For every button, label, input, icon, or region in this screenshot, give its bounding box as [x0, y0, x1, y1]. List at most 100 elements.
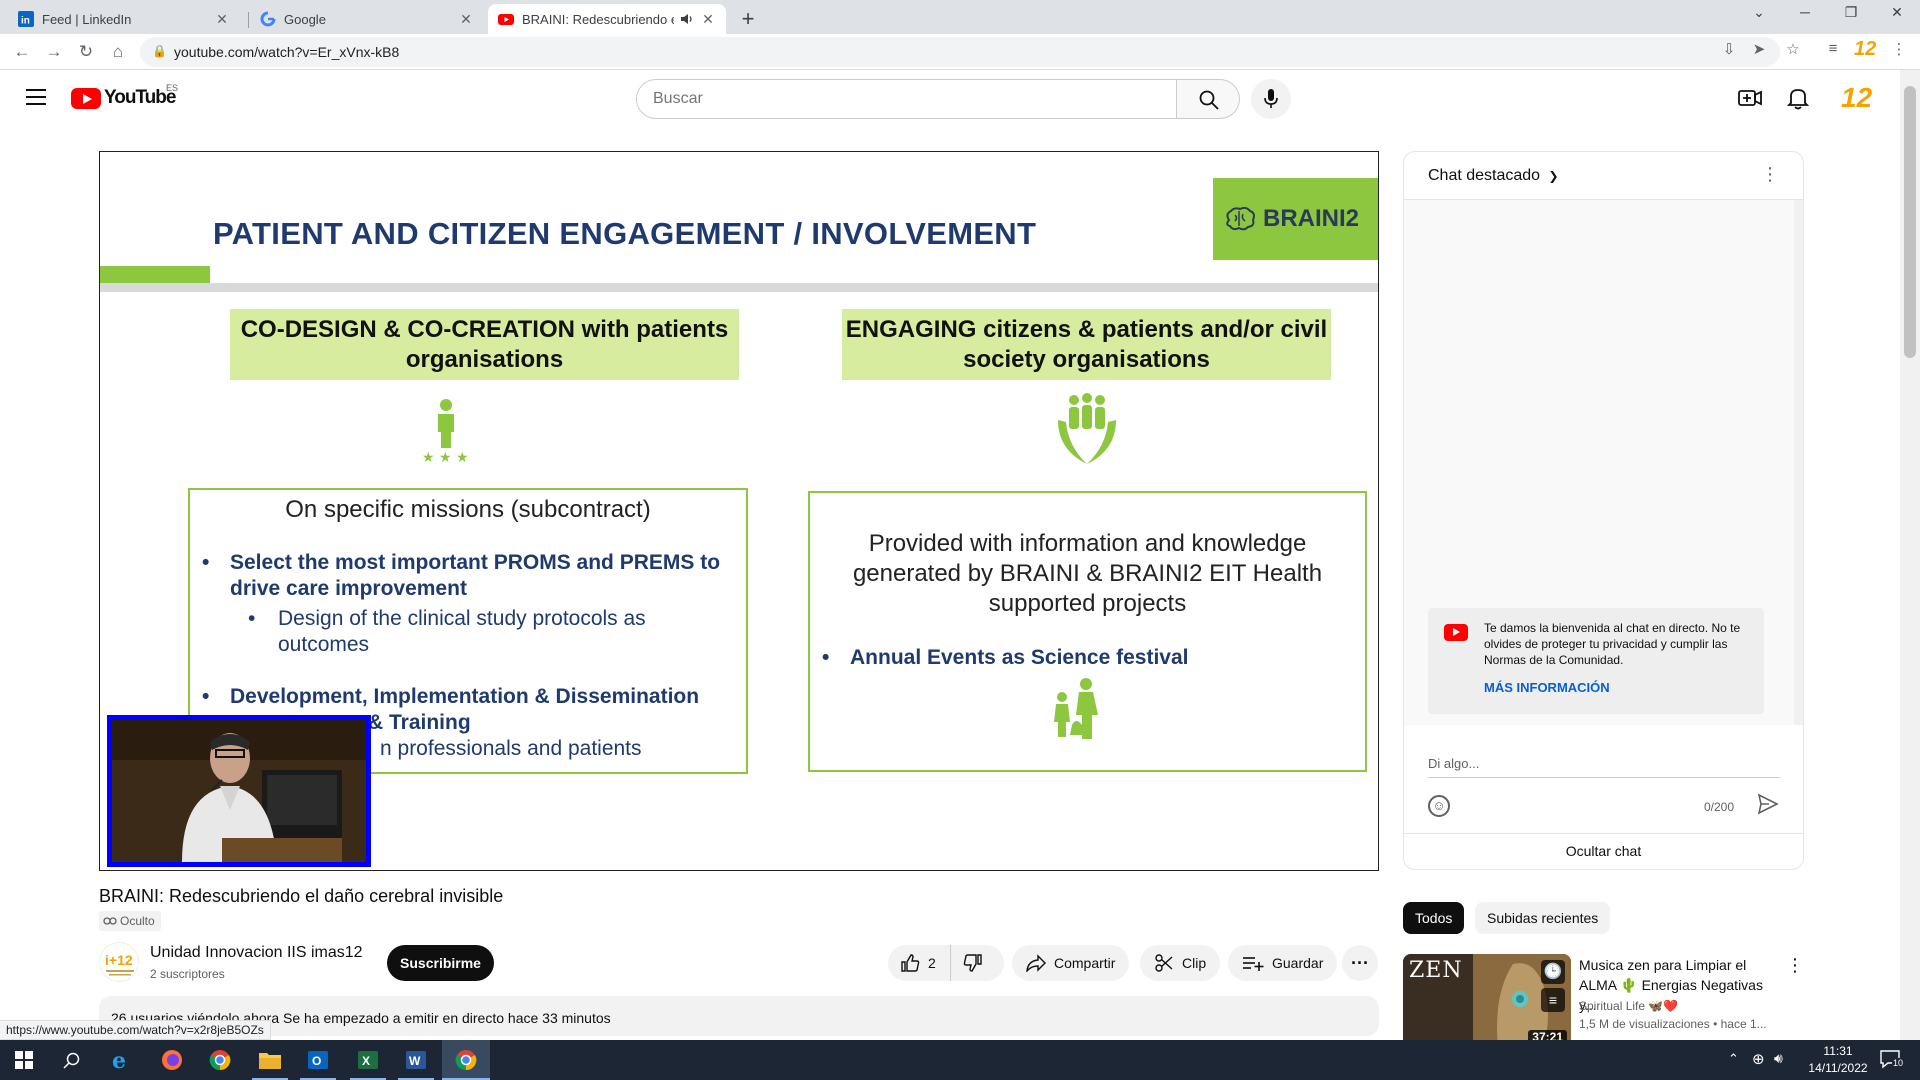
chrome-icon[interactable] [196, 1040, 244, 1080]
close-window-button[interactable]: ✕ [1882, 4, 1912, 21]
windows-taskbar: e O X W ⌃ ⊕ 🔊︎ 11:31 14/11/2022 10 [0, 1040, 1920, 1080]
link-status-bar: https://www.youtube.com/watch?v=x2r8jeB5… [0, 1020, 271, 1040]
speaker-camera-image [112, 720, 366, 862]
address-bar[interactable]: 🔒 youtube.com/watch?v=Er_xVnx-kB8 [140, 37, 1780, 67]
send-icon[interactable] [1756, 792, 1780, 816]
close-tab-icon[interactable]: ✕ [458, 11, 474, 28]
clock[interactable]: 11:31 14/11/2022 [1808, 1044, 1868, 1075]
tab-google[interactable]: Google ✕ [250, 4, 484, 34]
chrome-active-icon[interactable] [442, 1040, 490, 1080]
chat-scrollbar[interactable] [1794, 200, 1803, 725]
chrome-menu-icon[interactable]: ⋮ [1888, 40, 1910, 58]
forward-icon[interactable]: → [42, 40, 66, 64]
file-explorer-icon[interactable] [246, 1040, 294, 1080]
chip-recent-uploads[interactable]: Subidas recientes [1475, 902, 1611, 934]
tab-youtube-active[interactable]: BRAINI: Redescubriendo el daño cerebral … [488, 4, 726, 34]
chip-all[interactable]: Todos [1403, 902, 1465, 934]
network-globe-icon[interactable]: ⊕ [1752, 1050, 1765, 1068]
scissors-icon [1155, 954, 1173, 972]
recommendation-meta: 1,5 M de visualizaciones • hace 1... [1579, 1017, 1767, 1031]
scrollbar-thumb[interactable] [1904, 86, 1916, 358]
recommendation-more-icon[interactable]: ⋮ [1786, 955, 1804, 976]
slide-divider [100, 283, 1378, 292]
close-tab-icon[interactable]: ✕ [214, 11, 230, 28]
chat-mode-dropdown[interactable]: Chat destacado ❯ [1428, 167, 1559, 185]
emoji-picker-icon[interactable]: ☺ [1428, 795, 1450, 817]
left-bullet-proms: Select the most important PROMS and PREM… [202, 550, 728, 602]
notification-center-icon[interactable]: 10 [1880, 1049, 1910, 1071]
dislike-button[interactable] [951, 945, 995, 981]
page-scrollbar[interactable] [1900, 70, 1920, 1040]
speaker-icon[interactable] [680, 12, 694, 26]
share-label: Compartir [1054, 955, 1116, 971]
notifications-bell-icon[interactable] [1784, 84, 1812, 112]
person-stars-icon: ★ ★ ★ [422, 399, 469, 464]
hide-chat-button[interactable]: Ocultar chat [1404, 833, 1803, 869]
brain-icon [1226, 206, 1255, 231]
voice-search-button[interactable] [1251, 79, 1291, 119]
slide-title: PATIENT AND CITIZEN ENGAGEMENT / INVOLVE… [213, 216, 1037, 251]
youtube-play-icon [71, 87, 101, 109]
windows-start-icon[interactable] [0, 1040, 48, 1080]
back-icon[interactable]: ← [10, 40, 34, 64]
share-button[interactable]: Compartir [1012, 945, 1130, 981]
more-info-link[interactable]: MÁS INFORMACIÓN [1484, 680, 1610, 695]
install-icon[interactable]: ⇩ [1718, 40, 1740, 58]
left-bullet-professionals: n professionals and patients [380, 737, 642, 760]
lock-icon[interactable]: 🔒 [152, 44, 167, 58]
internet-explorer-icon[interactable]: e [98, 1040, 146, 1080]
close-tab-icon[interactable]: ✕ [700, 11, 716, 28]
tab-separator [248, 12, 249, 28]
maximize-button[interactable]: ❐ [1836, 4, 1866, 21]
minimize-button[interactable]: ─ [1790, 4, 1820, 20]
search-taskbar-icon[interactable] [48, 1040, 96, 1080]
add-to-queue-icon[interactable]: ≡ [1541, 988, 1565, 1012]
subscribe-button[interactable]: Suscribirme [387, 945, 494, 981]
left-bullet-training: & Training [368, 711, 471, 734]
extension-12-icon[interactable]: 12 [1854, 38, 1876, 61]
description-box[interactable]: 26 usuarios viéndolo ahora Se ha empezad… [99, 996, 1379, 1036]
create-video-icon[interactable] [1736, 84, 1764, 112]
char-counter: 0/200 [1704, 800, 1735, 814]
channel-avatar[interactable]: i+12 [99, 942, 139, 982]
chat-message-input[interactable]: Di algo... [1428, 756, 1780, 778]
watch-later-icon[interactable]: 🕒 [1541, 960, 1565, 984]
search-button[interactable] [1177, 79, 1240, 119]
volume-icon[interactable]: 🔊︎ [1774, 1050, 1783, 1067]
new-tab-button[interactable]: + [736, 6, 760, 32]
save-button[interactable]: Guardar [1228, 945, 1338, 981]
url-text[interactable]: youtube.com/watch?v=Er_xVnx-kB8 [174, 44, 399, 60]
channel-name[interactable]: Unidad Innovacion IIS imas12 [150, 944, 363, 962]
bookmark-star-icon[interactable]: ☆ [1782, 40, 1804, 58]
reading-list-icon[interactable]: ≡ [1822, 40, 1844, 57]
home-icon[interactable]: ⌂ [106, 40, 130, 64]
tray-overflow-icon[interactable]: ⌃ [1728, 1051, 1739, 1067]
search-input[interactable] [637, 80, 1176, 118]
right-box-heading: Provided with information and knowledge … [852, 530, 1323, 617]
reload-icon[interactable]: ↻ [74, 40, 98, 64]
more-actions-button[interactable]: ··· [1342, 945, 1378, 981]
outlook-icon[interactable]: O [294, 1040, 342, 1080]
share-arrow-icon [1026, 954, 1046, 972]
tab-search-icon[interactable]: ⌄ [1744, 4, 1774, 21]
firefox-icon[interactable] [148, 1040, 196, 1080]
word-icon[interactable]: W [392, 1040, 440, 1080]
linkedin-icon: in [18, 11, 34, 27]
thumbs-up-icon [901, 954, 920, 972]
excel-icon[interactable]: X [344, 1040, 392, 1080]
like-button[interactable]: 2 [888, 945, 951, 981]
country-code: ES [166, 83, 179, 93]
recommendation-thumbnail[interactable]: ZEN 🕒 ≡ 37:21 [1403, 954, 1571, 1048]
tab-linkedin[interactable]: in Feed | LinkedIn ✕ [8, 4, 240, 34]
chat-more-icon[interactable]: ⋮ [1761, 164, 1779, 185]
menu-icon[interactable] [26, 89, 46, 105]
recommendation-channel[interactable]: Spiritual Life 🦋❤️ [1579, 999, 1678, 1013]
youtube-logo[interactable]: YouTube ES [71, 83, 178, 109]
google-icon [260, 11, 276, 27]
account-avatar-12[interactable]: 12 [1841, 82, 1872, 114]
clip-button[interactable]: Clip [1140, 945, 1221, 981]
video-player[interactable]: PATIENT AND CITIZEN ENGAGEMENT / INVOLVE… [99, 151, 1379, 871]
send-icon[interactable]: ➤ [1748, 40, 1770, 58]
svg-text:★ ★ ★: ★ ★ ★ [422, 450, 469, 464]
clock-time: 11:31 [1823, 1044, 1853, 1058]
